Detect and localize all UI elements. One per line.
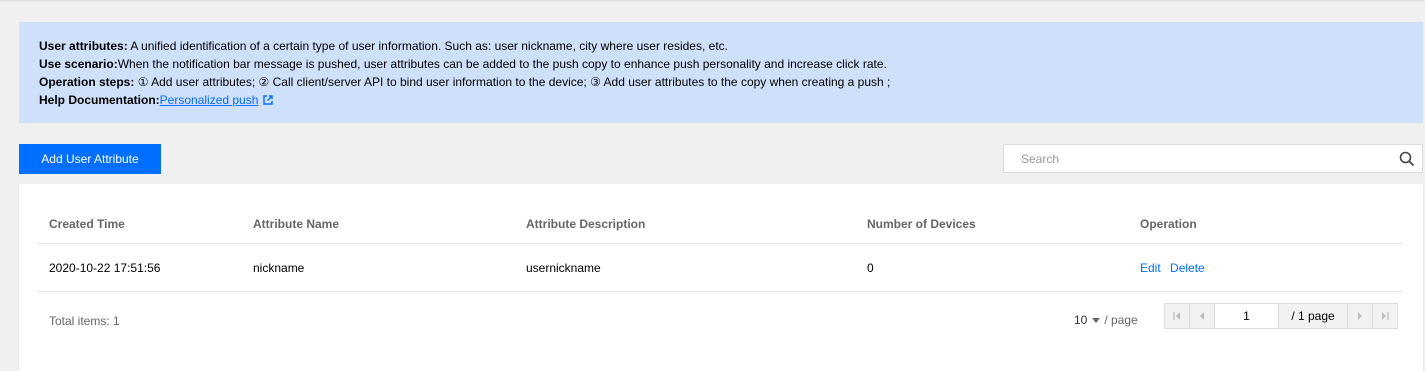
notice-steps-text: ① Add user attributes; ② Call client/ser… — [134, 75, 891, 89]
delete-link[interactable]: Delete — [1170, 261, 1205, 275]
cell-number-of-devices: 0 — [856, 243, 1129, 292]
table-header-row: Created Time Attribute Name Attribute De… — [38, 205, 1403, 244]
edit-link[interactable]: Edit — [1140, 261, 1161, 275]
cell-attribute-description: usernickname — [515, 243, 856, 292]
notice-steps: Operation steps: ① Add user attributes; … — [39, 73, 1403, 91]
page-size-value: 10 — [1074, 313, 1088, 327]
chevron-down-icon — [1092, 317, 1101, 323]
header-attribute-description: Attribute Description — [515, 205, 856, 244]
attribute-table-panel: Created Time Attribute Name Attribute De… — [19, 184, 1423, 371]
notice-help-label: Help Documentation: — [39, 93, 160, 107]
next-page-icon[interactable] — [1348, 304, 1373, 328]
external-link-icon[interactable] — [263, 92, 274, 110]
table-footer: Total items: 1 10 / page / 1 page — [49, 303, 1398, 334]
page-size-suffix: / page — [1104, 313, 1138, 327]
search-icon[interactable] — [1399, 151, 1415, 170]
info-banner: User attributes: A unified identificatio… — [19, 22, 1423, 123]
total-items: Total items: 1 — [49, 314, 120, 328]
total-pages: / 1 page — [1279, 304, 1348, 328]
header-attribute-name: Attribute Name — [242, 205, 515, 244]
notice-steps-label: Operation steps: — [39, 75, 135, 89]
cell-operation: Edit Delete — [1129, 243, 1403, 292]
add-user-attribute-button[interactable]: Add User Attribute — [19, 144, 161, 174]
notice-attributes-label: User attributes: — [39, 39, 128, 53]
attribute-table: Created Time Attribute Name Attribute De… — [38, 205, 1403, 292]
header-number-of-devices: Number of Devices — [856, 205, 1129, 244]
last-page-icon[interactable] — [1373, 304, 1397, 328]
notice-scenario-text: When the notification bar message is pus… — [117, 57, 887, 71]
help-doc-link[interactable]: Personalized push — [160, 93, 259, 107]
header-operation: Operation — [1129, 205, 1403, 244]
notice-attributes: User attributes: A unified identificatio… — [39, 37, 1403, 55]
table-row: 2020-10-22 17:51:56 nickname usernicknam… — [38, 243, 1403, 292]
search-input[interactable] — [1004, 145, 1381, 172]
notice-attributes-text: A unified identification of a certain ty… — [127, 39, 728, 53]
notice-help: Help Documentation:Personalized push — [39, 91, 1403, 110]
search-box — [1003, 144, 1423, 173]
header-created-time: Created Time — [38, 205, 242, 244]
pager: / 1 page — [1164, 303, 1398, 329]
first-page-icon[interactable] — [1165, 304, 1190, 328]
prev-page-icon[interactable] — [1190, 304, 1215, 328]
cell-created-time: 2020-10-22 17:51:56 — [38, 243, 242, 292]
cell-attribute-name: nickname — [242, 243, 515, 292]
page-number-input[interactable] — [1215, 304, 1279, 328]
notice-scenario: Use scenario:When the notification bar m… — [39, 55, 1403, 73]
notice-scenario-label: Use scenario: — [39, 57, 118, 71]
page-size-select[interactable]: 10 / page — [1074, 313, 1138, 327]
